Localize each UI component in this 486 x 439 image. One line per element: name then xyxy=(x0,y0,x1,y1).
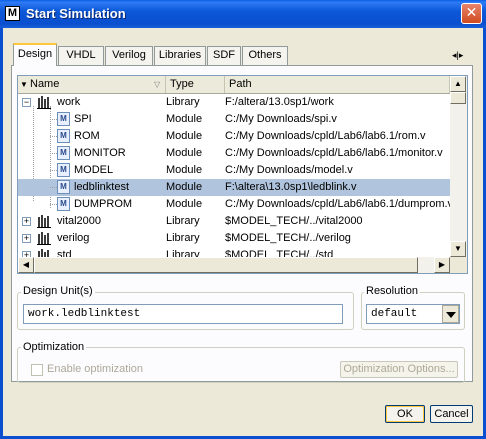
column-header-path[interactable]: Path xyxy=(225,76,450,93)
design-unit-input[interactable]: work.ledblinktest xyxy=(23,304,343,324)
collapse-icon[interactable]: − xyxy=(22,98,31,107)
module-icon: M xyxy=(57,163,70,177)
tree-row-spi[interactable]: M SPI Module C:/My Downloads/spi.v xyxy=(18,111,450,128)
design-library-tree[interactable]: ▼ Name ▽ Type Path − work Library F:/alt… xyxy=(17,75,468,274)
expand-icon[interactable]: + xyxy=(22,234,31,243)
tab-vhdl[interactable]: VHDL xyxy=(58,46,104,65)
tree-row-dumprom[interactable]: M DUMPROM Module C:/My Downloads/cpld/La… xyxy=(18,196,450,213)
enable-optimization-label: Enable optimization xyxy=(47,363,144,375)
chevron-down-icon[interactable] xyxy=(442,305,459,323)
tree-row-work[interactable]: − work Library F:/altera/13.0sp1/work xyxy=(18,94,450,111)
tree-guide-line xyxy=(50,136,57,137)
tab-verilog[interactable]: Verilog xyxy=(105,46,153,65)
expand-icon[interactable]: + xyxy=(22,217,31,226)
window-title: Start Simulation xyxy=(26,6,126,21)
module-icon: M xyxy=(57,129,70,143)
resolution-label: Resolution xyxy=(364,285,420,297)
scroll-up-icon[interactable]: ▲ xyxy=(450,76,466,92)
tree-guide-line xyxy=(50,153,57,154)
vertical-scrollbar[interactable]: ▲ ▼ xyxy=(450,76,467,257)
tree-row-ledblinktest[interactable]: M ledblinktest Module F:\altera\13.0sp1\… xyxy=(18,179,450,196)
optimization-label: Optimization xyxy=(21,341,87,353)
tree-guide-line xyxy=(50,119,57,120)
tree-row-vital2000[interactable]: + vital2000 Library $MODEL_TECH/../vital… xyxy=(18,213,450,230)
modelsim-app-icon: M xyxy=(5,6,20,21)
tree-row-verilog[interactable]: + verilog Library $MODEL_TECH/../verilog xyxy=(18,230,450,247)
cancel-button[interactable]: Cancel xyxy=(430,405,473,423)
tree-rows: − work Library F:/altera/13.0sp1/work M … xyxy=(18,94,450,257)
column-header-type[interactable]: Type xyxy=(166,76,225,93)
tab-design[interactable]: Design xyxy=(13,43,57,66)
horizontal-scrollbar[interactable]: ◀ ▶ xyxy=(18,257,450,273)
scroll-left-icon[interactable]: ◀ xyxy=(18,257,34,273)
library-icon xyxy=(37,232,51,245)
tree-row-monitor[interactable]: M MONITOR Module C:/My Downloads/cpld/La… xyxy=(18,145,450,162)
module-icon: M xyxy=(57,180,70,194)
horizontal-scroll-thumb[interactable] xyxy=(34,257,418,273)
tree-row-model[interactable]: M MODEL Module C:/My Downloads/model.v xyxy=(18,162,450,179)
resolution-value: default xyxy=(371,308,418,320)
column-header-name[interactable]: ▼ Name ▽ xyxy=(18,76,166,93)
tree-row-rom[interactable]: M ROM Module C:/My Downloads/cpld/Lab6/l… xyxy=(18,128,450,145)
scrollbar-corner xyxy=(450,257,467,273)
tab-others[interactable]: Others xyxy=(242,46,288,65)
tab-libraries[interactable]: Libraries xyxy=(154,46,206,65)
module-icon: M xyxy=(57,146,70,160)
tab-scroll-arrows[interactable]: ◂|▸ xyxy=(452,50,472,64)
sort-indicator-icon: ▽ xyxy=(154,80,161,89)
library-icon xyxy=(38,249,49,257)
scroll-down-icon[interactable]: ▼ xyxy=(450,241,466,257)
tab-sdf[interactable]: SDF xyxy=(207,46,241,65)
scroll-right-icon[interactable]: ▶ xyxy=(434,257,450,273)
tree-guide-line xyxy=(50,170,57,171)
close-button[interactable]: ✕ xyxy=(461,3,482,24)
vertical-scroll-thumb[interactable] xyxy=(450,92,466,104)
tree-guide-line xyxy=(50,204,57,205)
library-icon xyxy=(37,215,51,228)
title-bar[interactable]: M Start Simulation ✕ xyxy=(0,0,486,28)
library-icon xyxy=(37,96,51,109)
design-unit-label: Design Unit(s) xyxy=(21,285,95,297)
module-icon: M xyxy=(57,197,70,211)
tree-row-std[interactable]: + std Library $MODEL_TECH/../std xyxy=(18,247,450,257)
optimization-options-button[interactable]: Optimization Options... xyxy=(340,361,458,378)
ok-button[interactable]: OK xyxy=(385,405,425,423)
column-menu-icon[interactable]: ▼ xyxy=(20,76,28,93)
enable-optimization-checkbox[interactable] xyxy=(31,364,43,376)
tree-header: ▼ Name ▽ Type Path xyxy=(18,76,450,94)
tree-guide-line xyxy=(50,187,57,188)
module-icon: M xyxy=(57,112,70,126)
